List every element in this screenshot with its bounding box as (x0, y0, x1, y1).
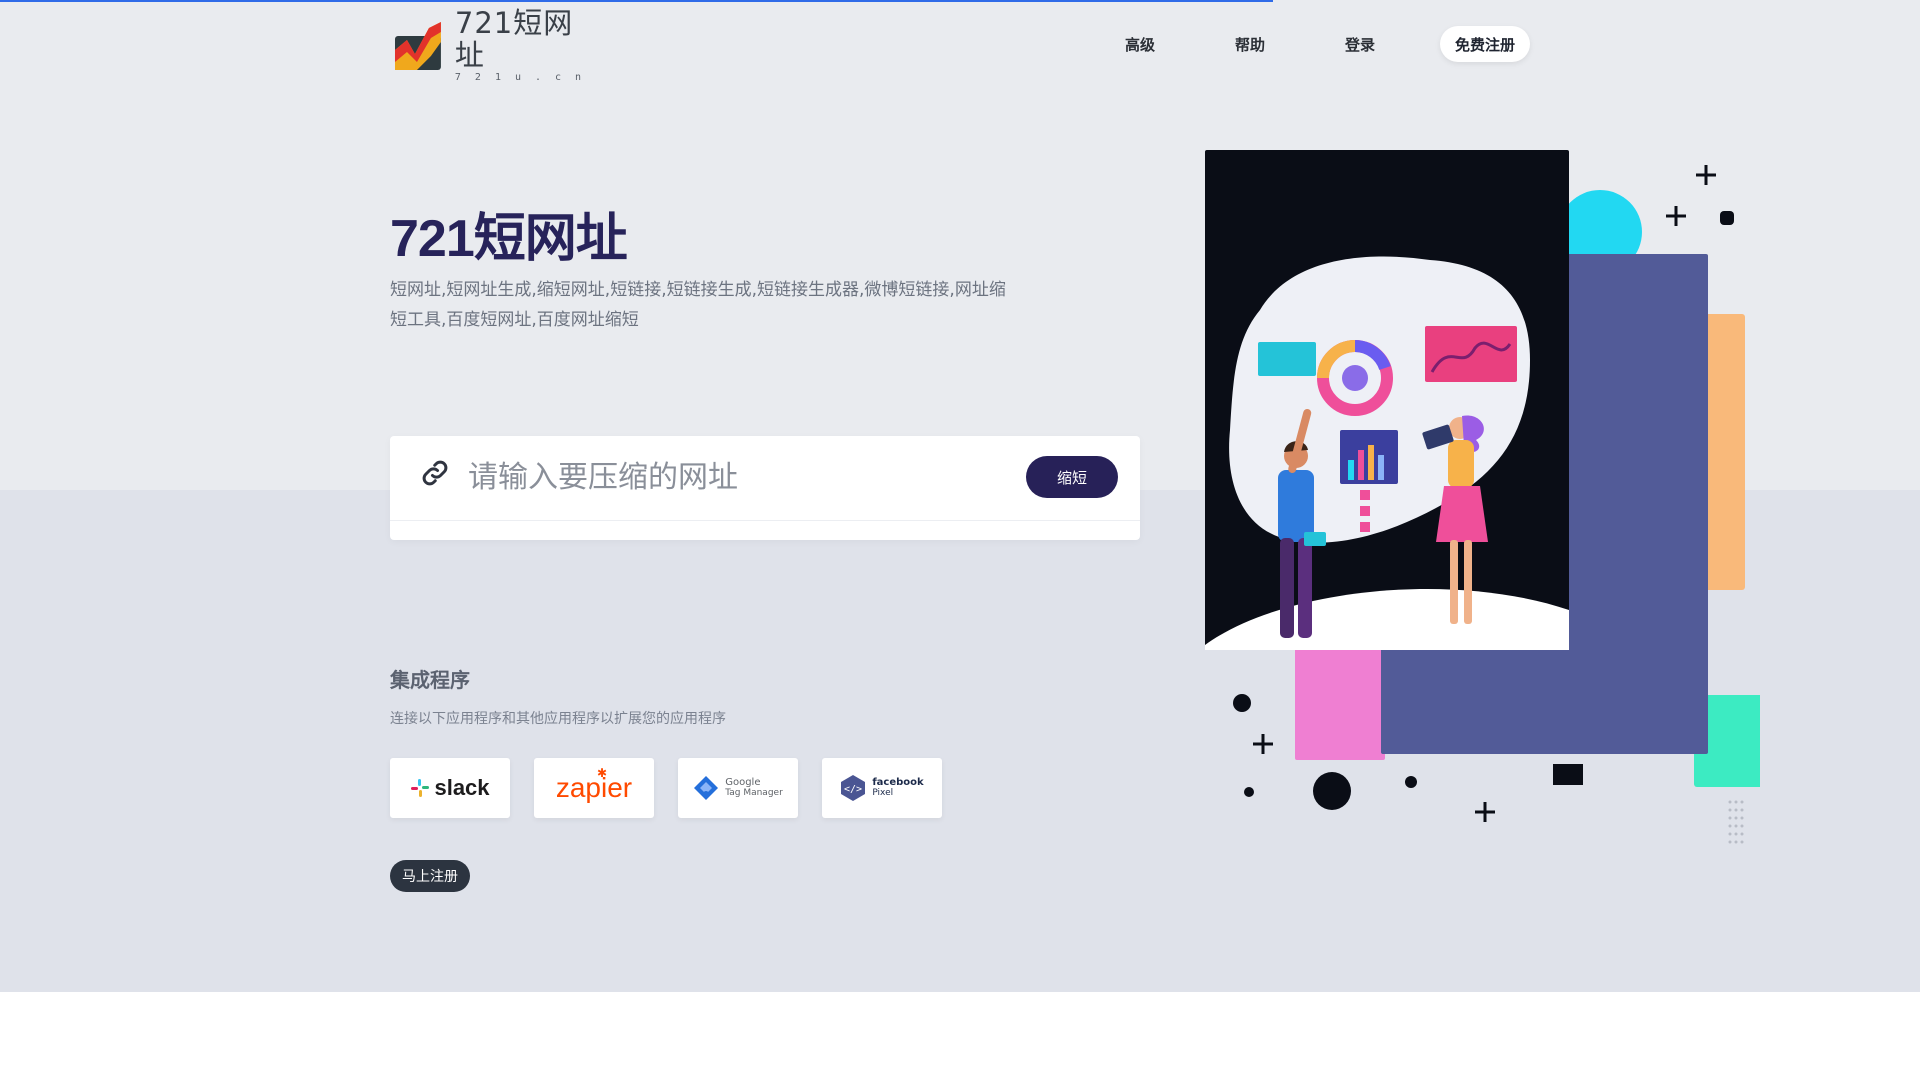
integration-slack-card[interactable]: slack (390, 758, 510, 818)
integrations-title: 集成程序 (390, 668, 470, 692)
gtm-label-google: Google (725, 777, 761, 788)
integration-facebook-pixel-card[interactable]: </> facebook Pixel (822, 758, 942, 818)
shorten-form: 缩短 (390, 436, 1140, 540)
zapier-asterisk-icon: ✱ (597, 766, 608, 780)
fb-pixel-label-facebook: facebook (872, 777, 924, 788)
zapier-label: zapier (555, 772, 633, 803)
site-logo[interactable]: 721短网址 721u.cn (393, 7, 603, 83)
hero-illustration (1205, 150, 1760, 844)
slack-label: slack (434, 775, 490, 800)
integrations-description: 连接以下应用程序和其他应用程序以扩展您的应用程序 (390, 711, 726, 727)
logo-mark-icon (394, 22, 441, 70)
page-title: 721短网址 (390, 210, 628, 268)
free-register-button[interactable]: 免费注册 (1440, 26, 1530, 62)
url-input[interactable] (466, 450, 990, 504)
logo-title: 721短网址 (454, 6, 574, 72)
link-icon (422, 460, 448, 486)
svg-text:</>: </> (844, 784, 862, 795)
shorten-button[interactable]: 缩短 (1026, 456, 1118, 498)
integration-google-tag-manager-card[interactable]: Google Tag Manager (678, 758, 798, 818)
google-tag-manager-icon (694, 776, 719, 800)
page-load-progress-bar (0, 0, 1273, 2)
nav-advanced-link[interactable]: 高级 (1125, 34, 1155, 55)
form-divider (390, 520, 1140, 521)
nav-login-link[interactable]: 登录 (1345, 34, 1375, 55)
integration-zapier-card[interactable]: zapier ✱ (534, 758, 654, 818)
slack-icon (411, 779, 430, 797)
signup-now-button[interactable]: 马上注册 (390, 860, 470, 892)
gtm-label-tag-manager: Tag Manager (725, 788, 783, 798)
facebook-pixel-icon: </> (841, 775, 866, 801)
logo-domain: 721u.cn (454, 72, 596, 83)
nav-help-link[interactable]: 帮助 (1235, 34, 1265, 55)
hero-description: 短网址,短网址生成,缩短网址,短链接,短链接生成,短链接生成器,微博短链接,网址… (390, 280, 1006, 330)
fb-pixel-label-pixel: Pixel (872, 788, 894, 798)
